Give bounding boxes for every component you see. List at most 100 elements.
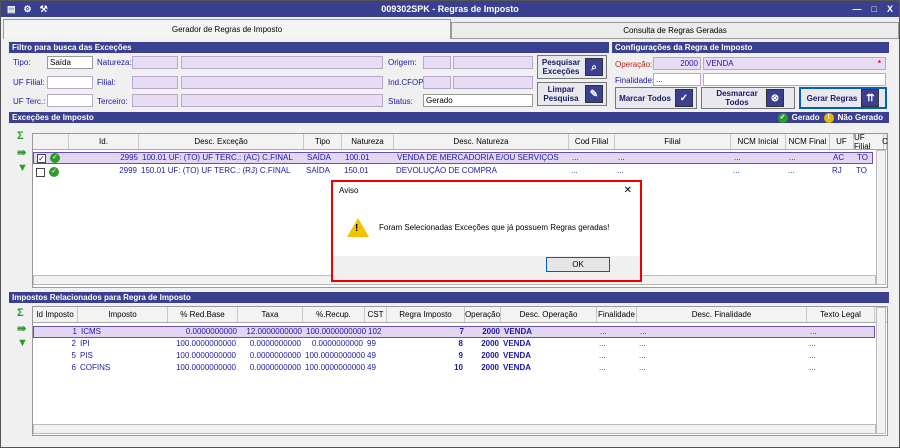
status-label: Status: [388, 97, 413, 106]
close-button[interactable]: X [887, 4, 893, 14]
gerado-legend-icon: ✓ [777, 112, 788, 123]
tipo-select[interactable]: Saída [47, 56, 93, 69]
table-row[interactable]: ✓ 2999 150.01 UF: (TO) UF TERC.: (RJ) C.… [33, 166, 873, 178]
origem-code-input[interactable] [423, 56, 451, 69]
operacao-desc-input[interactable]: VENDA * [703, 57, 886, 70]
col-taxa[interactable]: Taxa [238, 307, 303, 322]
filial-desc-input[interactable] [181, 76, 383, 89]
col-ncm-inicial[interactable]: NCM Inicial [731, 134, 786, 149]
uf-terc-input[interactable] [47, 94, 93, 107]
gerado-status-icon: ✓ [49, 167, 59, 177]
table-row[interactable]: 1 ICMS 0.0000000000 12.0000000000 100.00… [33, 326, 875, 338]
finalidade-desc-input[interactable] [703, 73, 886, 86]
minimize-button[interactable]: — [853, 4, 862, 14]
col-operacao[interactable]: Operação [465, 307, 501, 322]
col-imposto[interactable]: Imposto [78, 307, 168, 322]
cell-ncm-inicial: ... [734, 153, 741, 162]
limpar-pesquisa-button[interactable]: Limpar Pesquisa ✎ [537, 82, 607, 106]
filial-code-input[interactable] [132, 76, 178, 89]
finalidade-code-input[interactable]: ... [653, 73, 701, 86]
cell-uf: AC [833, 153, 845, 162]
uf-filial-input[interactable] [47, 76, 93, 89]
col-id[interactable]: Id. [69, 134, 139, 149]
ok-button[interactable]: OK [546, 257, 610, 272]
cell-uf: RJ [832, 166, 842, 175]
col-cod-filial[interactable]: Cod Filial [569, 134, 615, 149]
col-id-imposto[interactable]: Id Imposto [33, 307, 78, 322]
table-row[interactable]: 6 COFINS 100.0000000000 0.0000000000 100… [33, 363, 875, 375]
collapse-icon[interactable]: ▼ [17, 162, 28, 174]
cell-desc-natureza: DEVOLUÇÃO DE COMPRA [396, 166, 497, 175]
dialog-title-bar: Aviso ✕ [333, 182, 640, 198]
col-desc-natureza[interactable]: Desc. Natureza [394, 134, 569, 149]
tipo-label: Tipo: [13, 58, 31, 67]
row-checkbox[interactable]: ✓ [37, 153, 46, 163]
excecoes-group-title: Exceções de Imposto ✓ Gerado ! Não Gerad… [9, 112, 889, 123]
export-icon[interactable]: ⇛ [17, 322, 26, 335]
gerar-regras-button[interactable]: Gerar Regras ⇈ [799, 87, 887, 109]
cell-ncm-inicial: ... [733, 166, 740, 175]
col-desc-excecao[interactable]: Desc. Exceção [139, 134, 304, 149]
col-uf-filial[interactable]: UF Filial [854, 133, 884, 151]
col-uf[interactable]: UF [830, 134, 854, 149]
marcar-todos-button[interactable]: Marcar Todos ✓ [615, 87, 697, 109]
dialog-body: ! Foram Selecionadas Exceções que já pos… [333, 198, 640, 256]
terceiro-desc-input[interactable] [181, 94, 383, 107]
row-checkbox[interactable] [36, 167, 45, 177]
impostos-group-title: Impostos Relacionados para Regra de Impo… [9, 292, 889, 303]
col-natureza[interactable]: Natureza [342, 134, 394, 149]
impostos-vscrollbar[interactable] [876, 307, 886, 434]
col-finalidade[interactable]: Finalidade [597, 307, 637, 322]
tab-consulta[interactable]: Consulta de Regras Geradas [451, 22, 899, 39]
main-window: ▤ ⚙ ⚒ 009302SPK - Regras de Imposto — □ … [0, 0, 900, 448]
table-row[interactable]: 2 IPI 100.0000000000 0.0000000000 0.0000… [33, 339, 875, 351]
col-ncm-final[interactable]: NCM Final [786, 134, 830, 149]
col-filial[interactable]: Filial [615, 134, 731, 149]
ind-cfop-label: Ind.CFOP: [388, 78, 426, 87]
ind-cfop-desc-input[interactable] [453, 76, 533, 89]
col-desc-operacao[interactable]: Desc. Operação [501, 307, 597, 322]
tab-bar: Gerador de Regras de Imposto Consulta de… [3, 19, 899, 39]
tools-icon[interactable]: ⚒ [40, 4, 48, 15]
natureza-desc-input[interactable] [181, 56, 383, 69]
col-texto-legal[interactable]: Texto Legal [807, 307, 875, 322]
terceiro-code-input[interactable] [132, 94, 178, 107]
cell-uf-filial: TO [857, 153, 868, 162]
col-recup[interactable]: %.Recup. [303, 307, 365, 322]
traffic-light-icon[interactable]: ⚙ [24, 4, 32, 15]
tab-gerador[interactable]: Gerador de Regras de Imposto [3, 19, 451, 39]
maximize-button[interactable]: □ [872, 4, 877, 14]
desmarcar-todos-button[interactable]: Desmarcar Todos ⊗ [701, 87, 795, 109]
col-c[interactable]: C [882, 134, 888, 149]
export-icon[interactable]: ⇛ [17, 146, 26, 159]
gerado-status-icon: ✓ [50, 153, 60, 163]
table-row[interactable]: ✓ ✓ 2995 100.01 UF: (TO) UF TERC.: (AC) C… [33, 152, 873, 164]
cell-natureza: 150.01 [344, 166, 369, 175]
col-red-base[interactable]: % Red.Base [168, 307, 238, 322]
col-tipo[interactable]: Tipo [304, 134, 342, 149]
collapse-icon[interactable]: ▼ [17, 337, 28, 349]
col-desc-finalidade[interactable]: Desc. Finalidade [637, 307, 807, 322]
impostos-hscrollbar[interactable] [33, 424, 876, 434]
operacao-code-input[interactable]: 2000 [653, 57, 701, 70]
filial-label: Filial: [97, 78, 116, 87]
sum-icon[interactable]: Σ [17, 130, 24, 142]
window-menu-icon[interactable]: ▤ [7, 4, 16, 15]
excecoes-vscrollbar[interactable] [876, 150, 886, 285]
ind-cfop-code-input[interactable] [423, 76, 451, 89]
natureza-code-input[interactable] [132, 56, 178, 69]
search-icon: ⌕ [585, 58, 603, 76]
origem-desc-input[interactable] [453, 56, 533, 69]
warning-icon: ! [347, 217, 369, 237]
status-select[interactable]: Gerado [423, 94, 533, 107]
table-row[interactable]: 5 PIS 100.0000000000 0.0000000000 100.00… [33, 351, 875, 363]
col-cst[interactable]: CST [365, 307, 387, 322]
sum-icon[interactable]: Σ [17, 307, 24, 319]
cell-cod-filial: ... [571, 166, 578, 175]
col-regra-imposto[interactable]: Regra Imposto [387, 307, 465, 322]
dialog-close-button[interactable]: ✕ [624, 185, 632, 196]
uf-filial-label: UF Filial: [13, 78, 45, 87]
impostos-grid: Id Imposto Imposto % Red.Base Taxa %.Rec… [32, 306, 888, 436]
pesquisar-excecoes-button[interactable]: Pesquisar Exceções ⌕ [537, 55, 607, 79]
cell-tipo: SAÍDA [306, 166, 331, 175]
